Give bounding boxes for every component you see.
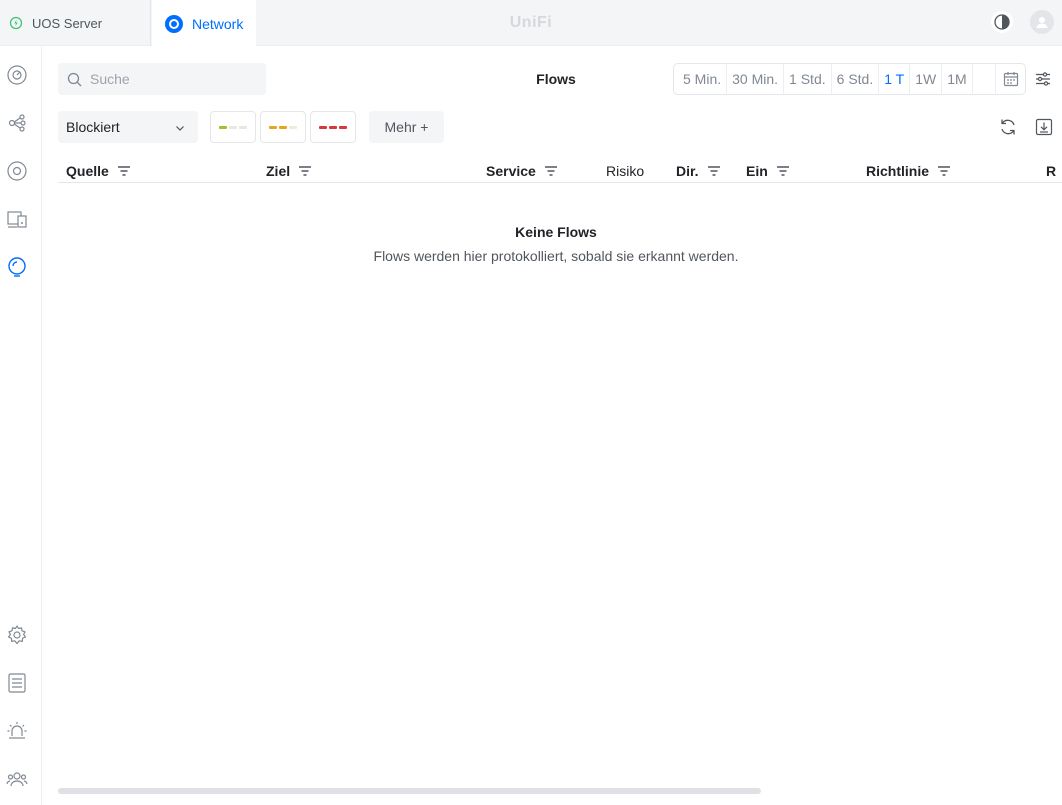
- page-title: Flows: [536, 71, 576, 87]
- risk-bar: [329, 125, 337, 129]
- download-icon[interactable]: [1034, 117, 1054, 137]
- empty-state-description: Flows werden hier protokolliert, sobald …: [373, 248, 739, 264]
- table-header: Quelle Ziel Service Risiko Dir. Ein Rich…: [58, 158, 1062, 183]
- column-source[interactable]: Quelle: [66, 163, 131, 179]
- risk-bar: [319, 125, 327, 129]
- column-risk-label: Risiko: [606, 163, 645, 179]
- range-1m[interactable]: 1M: [942, 64, 973, 94]
- filter-icon[interactable]: [937, 165, 951, 177]
- refresh-icon[interactable]: [998, 117, 1018, 137]
- action-filter-value: Blockiert: [66, 119, 120, 135]
- dashboard-icon[interactable]: [6, 64, 28, 86]
- filter-icon[interactable]: [117, 165, 131, 177]
- tab-uos-label: UOS Server: [32, 15, 103, 31]
- action-filter-select[interactable]: Blockiert: [58, 111, 198, 143]
- range-30min[interactable]: 30 Min.: [727, 64, 785, 94]
- insights-icon[interactable]: [6, 256, 28, 278]
- avatar[interactable]: [1030, 10, 1054, 34]
- column-in-label: Ein: [746, 163, 768, 179]
- alarm-icon[interactable]: [6, 720, 28, 742]
- sidebar: [0, 47, 42, 805]
- time-range-selector: 5 Min. 30 Min. 1 Std. 6 Std. 1 T 1W 1M: [673, 63, 1026, 95]
- filter-icon[interactable]: [298, 165, 312, 177]
- column-direction[interactable]: Dir.: [676, 163, 721, 179]
- risk-bar: [269, 125, 277, 129]
- column-policy-label: Richtlinie: [866, 163, 930, 179]
- horizontal-scrollbar[interactable]: [58, 788, 761, 794]
- risk-bar: [229, 125, 237, 129]
- column-risk[interactable]: Risiko: [606, 163, 644, 179]
- network-app-icon: [164, 14, 184, 34]
- filter-icon[interactable]: [707, 165, 721, 177]
- range-1d[interactable]: 1 T: [879, 64, 911, 94]
- theme-toggle-icon[interactable]: [991, 11, 1013, 33]
- range-1w[interactable]: 1W: [910, 64, 943, 94]
- calendar-icon[interactable]: [995, 64, 1025, 94]
- column-direction-label: Dir.: [676, 163, 699, 179]
- chevron-down-icon: [174, 121, 186, 133]
- risk-bar: [339, 125, 347, 129]
- settings-icon[interactable]: [6, 624, 28, 646]
- tab-uos-server[interactable]: UOS Server: [0, 0, 151, 46]
- top-bar: UOS Server Network UniFi: [0, 0, 1062, 47]
- column-truncated-label: R: [1046, 163, 1057, 179]
- filter-settings-icon[interactable]: [1034, 70, 1052, 88]
- more-filters-button[interactable]: Mehr +: [369, 111, 444, 143]
- users-icon[interactable]: [6, 768, 28, 790]
- logs-icon[interactable]: [6, 672, 28, 694]
- risk-bar: [239, 125, 247, 129]
- risk-low-filter[interactable]: [210, 111, 256, 143]
- range-5min[interactable]: 5 Min.: [678, 64, 728, 94]
- range-1h[interactable]: 1 Std.: [784, 64, 832, 94]
- search-box[interactable]: [58, 63, 266, 95]
- column-destination[interactable]: Ziel: [266, 163, 312, 179]
- risk-bar: [219, 125, 227, 129]
- column-destination-label: Ziel: [266, 163, 291, 179]
- topology-icon[interactable]: [6, 112, 28, 134]
- column-service-label: Service: [486, 163, 536, 179]
- tab-network-label: Network: [192, 15, 244, 32]
- power-icon: [9, 16, 23, 30]
- search-input[interactable]: [90, 71, 260, 87]
- risk-bar: [279, 125, 287, 129]
- filter-icon[interactable]: [776, 165, 790, 177]
- range-6h[interactable]: 6 Std.: [832, 64, 880, 94]
- column-policy[interactable]: Richtlinie: [866, 163, 951, 179]
- column-source-label: Quelle: [66, 163, 109, 179]
- devices-icon[interactable]: [6, 160, 28, 182]
- column-truncated[interactable]: R: [1046, 163, 1056, 179]
- risk-high-filter[interactable]: [310, 111, 356, 143]
- risk-bar: [289, 125, 297, 129]
- clients-icon[interactable]: [6, 208, 28, 230]
- tab-network[interactable]: Network: [152, 0, 256, 47]
- column-in[interactable]: Ein: [746, 163, 790, 179]
- column-service[interactable]: Service: [486, 163, 558, 179]
- filter-icon[interactable]: [544, 165, 558, 177]
- empty-state-title: Keine Flows: [515, 224, 597, 240]
- risk-medium-filter[interactable]: [260, 111, 306, 143]
- search-icon: [67, 72, 82, 87]
